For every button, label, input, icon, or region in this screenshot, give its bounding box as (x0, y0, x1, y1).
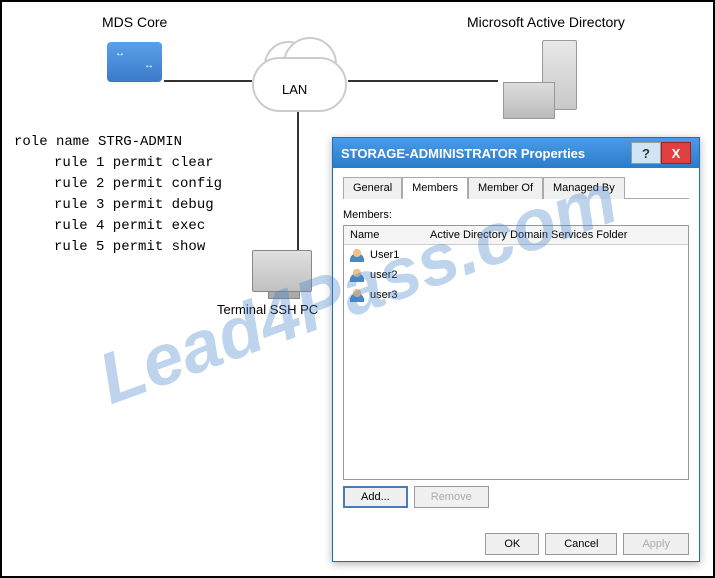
list-item[interactable]: User1 (344, 245, 688, 265)
help-button[interactable]: ? (631, 142, 661, 164)
list-header: Name Active Directory Domain Services Fo… (344, 226, 688, 245)
tab-member-of[interactable]: Member Of (468, 177, 543, 199)
link-line (297, 112, 299, 250)
column-name[interactable]: Name (350, 229, 430, 241)
list-item[interactable]: user2 (344, 265, 688, 285)
column-folder[interactable]: Active Directory Domain Services Folder (430, 229, 682, 241)
tab-members[interactable]: Members (402, 177, 468, 199)
tab-strip: General Members Member Of Managed By (343, 176, 689, 199)
mds-switch-icon (107, 42, 162, 82)
terminal-ssh-pc-label: Terminal SSH PC (217, 302, 318, 317)
config-line: rule 3 permit debug (14, 195, 222, 216)
config-line: role name STRG-ADMIN (14, 132, 222, 153)
config-line: rule 4 permit exec (14, 216, 222, 237)
member-name: User1 (370, 249, 399, 261)
tab-general[interactable]: General (343, 177, 402, 199)
dialog-titlebar[interactable]: STORAGE-ADMINISTRATOR Properties ? X (333, 138, 699, 168)
close-button[interactable]: X (661, 142, 691, 164)
ad-server-icon (542, 40, 577, 110)
config-line: rule 2 permit config (14, 174, 222, 195)
properties-dialog: STORAGE-ADMINISTRATOR Properties ? X Gen… (332, 137, 700, 562)
mds-core-label: MDS Core (102, 14, 167, 30)
link-line (164, 80, 252, 82)
user-icon (350, 288, 364, 302)
add-button[interactable]: Add... (343, 486, 408, 508)
apply-button[interactable]: Apply (623, 533, 689, 555)
member-name: user3 (370, 289, 398, 301)
ok-button[interactable]: OK (485, 533, 539, 555)
cancel-button[interactable]: Cancel (545, 533, 617, 555)
role-config-block: role name STRG-ADMIN rule 1 permit clear… (14, 132, 222, 258)
members-listbox[interactable]: Name Active Directory Domain Services Fo… (343, 225, 689, 480)
lan-label: LAN (282, 82, 307, 97)
terminal-pc-icon (252, 250, 312, 292)
ms-active-directory-label: Microsoft Active Directory (467, 14, 625, 30)
member-name: user2 (370, 269, 398, 281)
user-icon (350, 268, 364, 282)
link-line (348, 80, 498, 82)
user-icon (350, 248, 364, 262)
members-label: Members: (343, 209, 689, 221)
config-line: rule 1 permit clear (14, 153, 222, 174)
remove-button[interactable]: Remove (414, 486, 489, 508)
dialog-title: STORAGE-ADMINISTRATOR Properties (341, 146, 585, 161)
tab-managed-by[interactable]: Managed By (543, 177, 625, 199)
config-line: rule 5 permit show (14, 237, 222, 258)
list-item[interactable]: user3 (344, 285, 688, 305)
